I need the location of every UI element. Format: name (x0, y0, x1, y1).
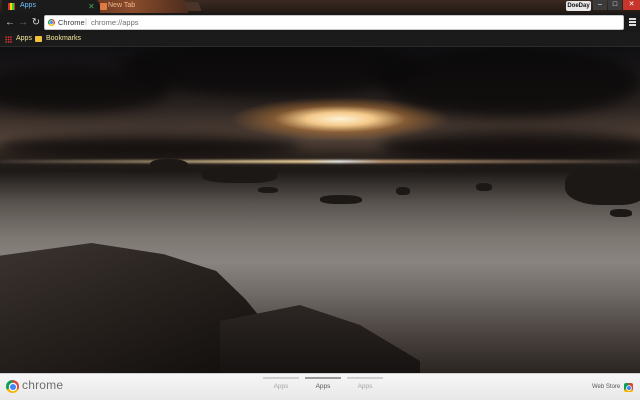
chrome-wordmark: chrome (22, 378, 64, 392)
rock (320, 195, 362, 204)
pager-tab[interactable]: Apps (347, 377, 383, 390)
address-bar[interactable]: Chrome | chrome://apps (44, 15, 624, 30)
page-icon (100, 3, 107, 10)
cloud-shape (0, 67, 170, 112)
rock (150, 159, 188, 171)
omnibox-scheme-label: Chrome (58, 18, 85, 27)
horizon-glow (0, 160, 640, 163)
pager-indicator (263, 377, 299, 379)
pager-tab-active[interactable]: Apps (305, 377, 341, 390)
apps-grid-icon (8, 3, 15, 10)
rock (396, 187, 410, 195)
tab-title: New Tab (108, 2, 136, 9)
cloud-shape (380, 47, 640, 117)
cloud-shape (380, 131, 640, 163)
pager-label: Apps (273, 383, 289, 390)
tab-new-tab[interactable]: New Tab (96, 0, 188, 13)
cloud-shape (0, 135, 300, 159)
pager-indicator (305, 377, 341, 379)
forward-button[interactable]: → (17, 16, 29, 29)
bookmark-bookmarks[interactable]: Bookmarks (46, 35, 81, 42)
rock (202, 167, 277, 183)
bookmark-apps[interactable]: Apps (16, 35, 32, 42)
omnibox-separator: | (85, 17, 88, 26)
web-store-icon[interactable] (624, 383, 633, 392)
toolbar: ← → ↻ Chrome | chrome://apps (0, 13, 640, 33)
web-store-link[interactable]: Web Store (592, 384, 620, 390)
reload-button[interactable]: ↻ (30, 16, 42, 29)
apps-grid-icon[interactable] (5, 36, 12, 43)
bookmark-bar: Apps Bookmarks (0, 33, 640, 47)
rock (476, 183, 492, 191)
folder-icon[interactable] (35, 36, 42, 42)
close-window-button[interactable]: ✕ (623, 0, 640, 10)
pager-tab[interactable]: Apps (263, 377, 299, 390)
omnibox-url[interactable]: chrome://apps (91, 18, 139, 27)
new-tab-button[interactable] (184, 2, 202, 11)
menu-icon[interactable] (629, 18, 636, 27)
tab-apps[interactable]: Apps ✕ (2, 0, 100, 13)
chrome-page-icon (48, 19, 55, 26)
apps-bottom-bar: chrome Apps Apps Apps Web Store (0, 373, 640, 400)
minimize-button[interactable]: – (593, 0, 607, 10)
rock (565, 167, 640, 205)
theme-background (0, 47, 640, 373)
rock (610, 209, 632, 217)
pager-label: Apps (315, 383, 331, 390)
close-tab-icon[interactable]: ✕ (88, 1, 95, 12)
chrome-logo-icon (6, 380, 19, 393)
tab-title: Apps (20, 2, 36, 9)
pager-indicator (347, 377, 383, 379)
back-button[interactable]: ← (4, 16, 16, 29)
tab-strip: New Tab Apps ✕ DoeDay – □ ✕ (0, 0, 640, 13)
rock (258, 187, 278, 193)
profile-button[interactable]: DoeDay (566, 1, 591, 11)
pager-label: Apps (357, 383, 373, 390)
maximize-button[interactable]: □ (608, 0, 622, 10)
